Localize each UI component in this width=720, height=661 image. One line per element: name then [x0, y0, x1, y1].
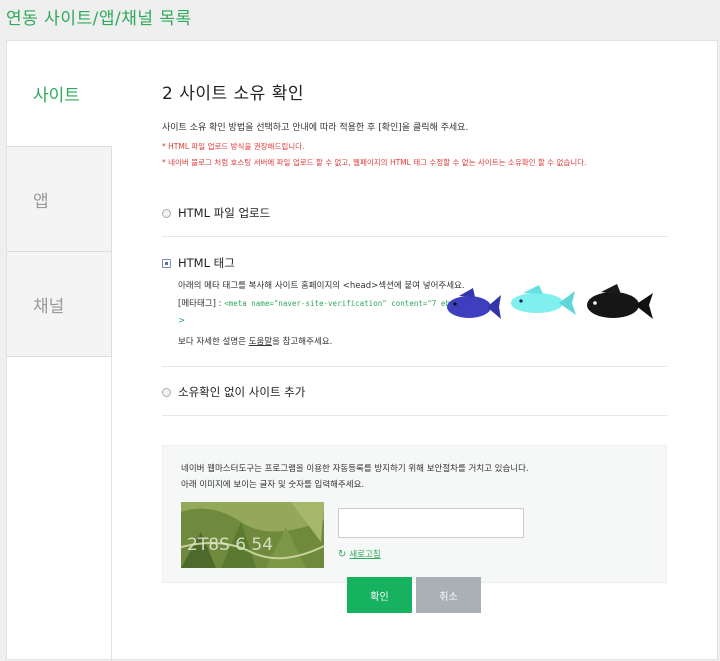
- help-prefix: 보다 자세한 설명은: [178, 337, 249, 347]
- meta-label: [메타태그] :: [178, 299, 222, 309]
- meta-code-end: >: [178, 316, 186, 326]
- sidebar-item-app[interactable]: 앱: [7, 146, 112, 252]
- fish-icon: [587, 284, 653, 319]
- page-title: 연동 사이트/앱/채널 목록: [6, 9, 192, 29]
- warning-text: * HTML 파일 업로드 방식을 권장해드립니다.: [162, 142, 305, 151]
- divider: [162, 415, 667, 416]
- radio-html-tag[interactable]: [162, 258, 171, 268]
- option-html-file[interactable]: HTML 파일 업로드: [162, 205, 270, 221]
- tag-instruction: 아래의 메타 태그를 복사해 사이트 홈페이지의 <head>섹션에 붙여 넣어…: [178, 281, 465, 291]
- captcha-text: 네이버 웹마스터도구는 프로그램을 이용한 자동등록를 방지하기 위해 보안절차…: [181, 464, 529, 474]
- captcha-glyphs: 2T8S 6 54: [187, 535, 273, 555]
- sidebar-item-site[interactable]: 사이트: [7, 41, 112, 147]
- option-label: HTML 파일 업로드: [178, 206, 271, 220]
- fish-overlay: [445, 283, 655, 329]
- sidebar-divider: [111, 357, 112, 661]
- sidebar: 사이트 앱 채널: [7, 41, 112, 357]
- captcha-input[interactable]: [338, 508, 524, 538]
- option-html-tag[interactable]: HTML 태그: [162, 255, 235, 271]
- radio-html-file[interactable]: [162, 208, 171, 218]
- main-panel: 사이트 앱 채널 2 사이트 소유 확인 사이트 소유 확인 방법을 선택하고 …: [6, 40, 718, 661]
- description: 사이트 소유 확인 방법을 선택하고 안내에 따라 적용한 후 [확인]을 클릭…: [162, 123, 469, 133]
- warning-text: * 네이버 블로그 처럼 호스팅 서버에 파일 업로드 할 수 없고, 웹페이지…: [162, 158, 587, 167]
- sidebar-item-channel[interactable]: 채널: [7, 251, 112, 357]
- help-link[interactable]: 도움말: [249, 337, 272, 347]
- radio-no-verification[interactable]: [162, 387, 171, 397]
- captcha-box: 네이버 웹마스터도구는 프로그램을 이용한 자동등록를 방지하기 위해 보안절차…: [162, 445, 667, 583]
- meta-code[interactable]: <meta name="naver-site-verification" con…: [224, 299, 468, 308]
- option-label: 소유확인 없이 사이트 추가: [178, 385, 306, 399]
- divider: [162, 236, 667, 237]
- option-label: HTML 태그: [178, 256, 235, 270]
- help-line: 보다 자세한 설명은 도움말을 참고해주세요.: [178, 335, 332, 347]
- refresh-button[interactable]: ↻ 새로고침: [338, 548, 381, 561]
- confirm-button[interactable]: 확인: [347, 577, 412, 613]
- refresh-icon: ↻: [338, 548, 347, 560]
- option-no-verification[interactable]: 소유확인 없이 사이트 추가: [162, 384, 305, 400]
- section-title: 2 사이트 소유 확인: [162, 84, 305, 104]
- fish-icon: [447, 288, 501, 319]
- cancel-button[interactable]: 취소: [416, 577, 481, 613]
- captcha-image: 2T8S 6 54: [181, 502, 324, 568]
- meta-tag-row: [메타태그] : <meta name="naver-site-verifica…: [178, 297, 468, 309]
- help-suffix: 을 참고해주세요.: [272, 337, 333, 347]
- captcha-text: 아래 이미지에 보이는 글자 및 숫자를 입력해주세요.: [181, 480, 365, 490]
- refresh-label: 새로고침: [349, 550, 381, 560]
- fish-icon: [447, 284, 653, 319]
- divider: [162, 366, 667, 367]
- fish-icon: [511, 285, 576, 315]
